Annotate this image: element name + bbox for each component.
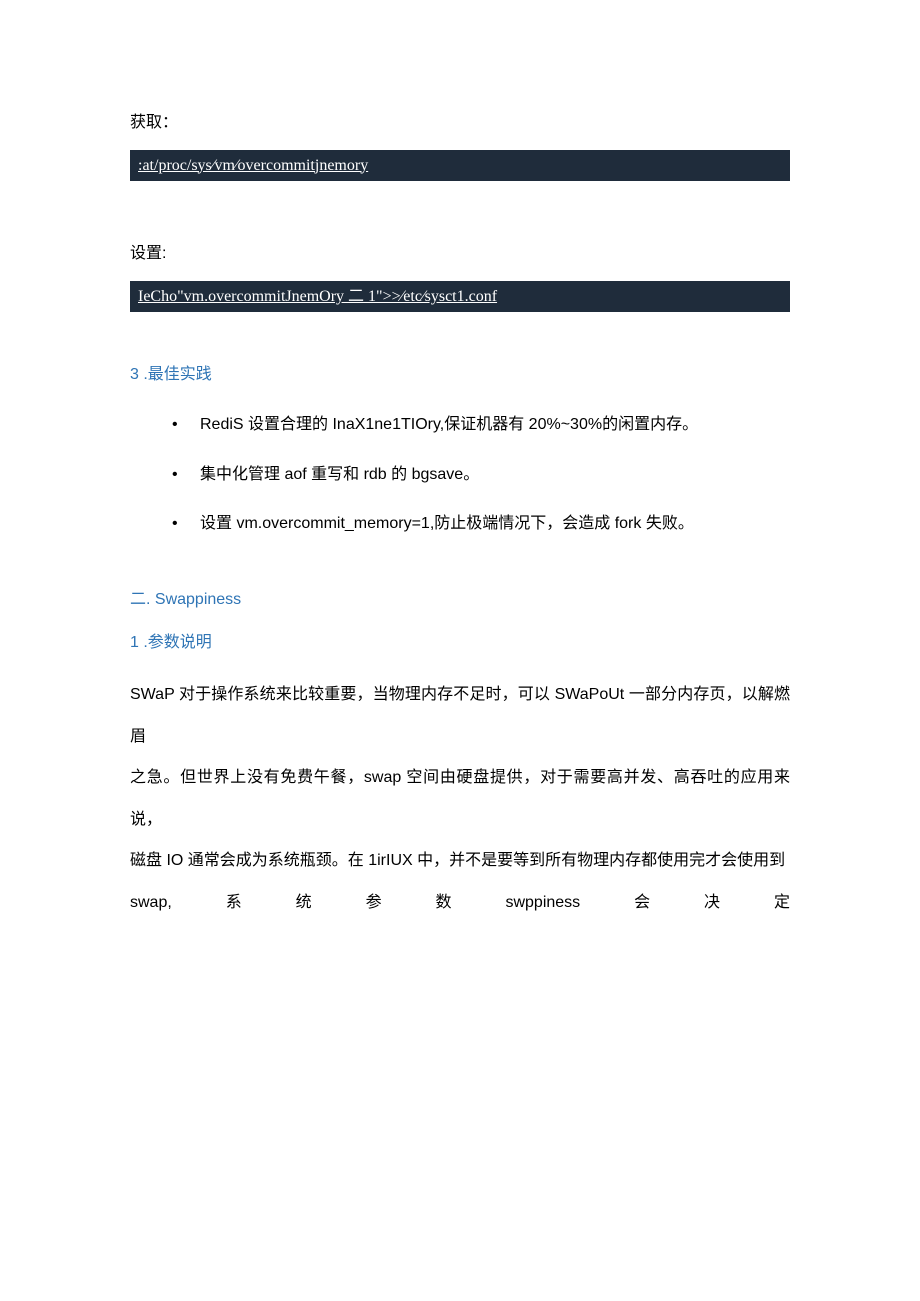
token: 会 bbox=[634, 882, 650, 924]
token: 定 bbox=[774, 882, 790, 924]
token: 参 bbox=[366, 882, 382, 924]
token: 数 bbox=[436, 882, 452, 924]
token: swppiness bbox=[505, 882, 580, 924]
swappiness-heading: 二. Swappiness bbox=[130, 587, 790, 613]
list-item: RediS 设置合理的 InaX1ne1TIOry,保证机器有 20%~30%的… bbox=[180, 412, 790, 438]
list-item: 集中化管理 aof 重写和 rdb 的 bgsave。 bbox=[180, 462, 790, 488]
set-label: 设置: bbox=[130, 241, 790, 267]
para-line-spaced: swap, 系 统 参 数 swppiness 会 决 定 bbox=[130, 882, 790, 924]
section-3-heading: 3 .最佳实践 bbox=[130, 362, 790, 388]
code-block-set: IeCho"vm.overcommitJnemOry 二 1">>⁄etc⁄sy… bbox=[130, 281, 790, 313]
get-label: 获取： bbox=[130, 110, 790, 136]
token: 决 bbox=[704, 882, 720, 924]
param-heading: 1 .参数说明 bbox=[130, 630, 790, 656]
list-item: 设置 vm.overcommit_memory=1,防止极端情况下，会造成 fo… bbox=[180, 511, 790, 537]
code-block-get: :at/proc/sys⁄vm⁄overcommitjnemory bbox=[130, 150, 790, 182]
para-line: SWaP 对于操作系统来比较重要，当物理内存不足时，可以 SWaPoUt 一部分… bbox=[130, 674, 790, 757]
token: swap, bbox=[130, 882, 172, 924]
para-line: 磁盘 IO 通常会成为系统瓶颈。在 1irIUX 中，并不是要等到所有物理内存都… bbox=[130, 840, 790, 882]
best-practices-list: RediS 设置合理的 InaX1ne1TIOry,保证机器有 20%~30%的… bbox=[130, 412, 790, 537]
swap-paragraph: SWaP 对于操作系统来比较重要，当物理内存不足时，可以 SWaPoUt 一部分… bbox=[130, 674, 790, 924]
token: 系 bbox=[226, 882, 242, 924]
para-line: 之急。但世界上没有免费午餐，swap 空间由硬盘提供，对于需要高并发、高吞吐的应… bbox=[130, 757, 790, 840]
token: 统 bbox=[296, 882, 312, 924]
